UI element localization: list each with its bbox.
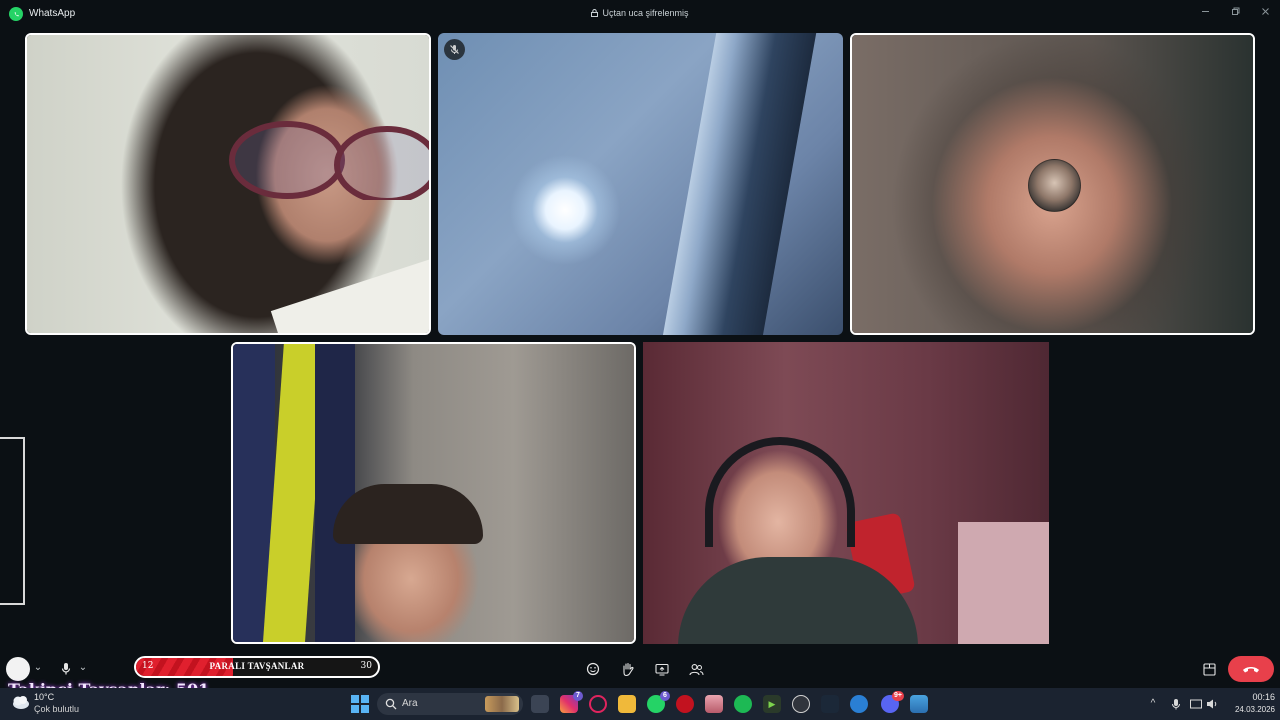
goal-progress-bar: 12 PARALI TAVŞANLAR 30 (134, 656, 380, 678)
video-feed-detail (315, 344, 355, 642)
participant-video-1[interactable] (25, 33, 431, 335)
video-feed-detail (333, 484, 483, 544)
muted-indicator (444, 39, 465, 60)
share-screen-button[interactable] (653, 660, 671, 678)
notification-badge: 7 (573, 691, 583, 701)
taskbar (0, 688, 1280, 720)
tray-overflow-chevron-icon[interactable]: ^ (1146, 697, 1160, 711)
reactions-button[interactable] (584, 660, 602, 678)
participant-video-2[interactable] (438, 33, 843, 335)
close-icon (1261, 7, 1269, 15)
clock-date[interactable]: 24.03.2026 (1223, 705, 1275, 714)
close-button[interactable] (1250, 4, 1280, 18)
restore-icon (1231, 7, 1239, 15)
participant-video-3[interactable] (850, 33, 1255, 335)
windows-logo-icon (351, 695, 359, 703)
mic-off-icon (450, 45, 459, 54)
goal-target: 30 (360, 661, 372, 671)
green-app-icon[interactable]: ▶ (763, 695, 781, 713)
participant-video-4[interactable] (231, 342, 636, 644)
goal-title: PARALI TAVŞANLAR (209, 661, 305, 671)
whatsapp-icon[interactable]: 6 (647, 691, 670, 713)
photos-icon[interactable] (705, 695, 723, 713)
steam-icon[interactable] (821, 695, 839, 713)
obs-icon[interactable] (792, 695, 810, 713)
video-feed-detail (958, 522, 1049, 644)
end-call-button[interactable] (1228, 656, 1274, 682)
microphone-tray-icon[interactable] (1169, 697, 1183, 711)
layout-grid-icon (1202, 662, 1216, 676)
windows-logo-icon (361, 705, 369, 713)
start-button[interactable] (351, 695, 369, 713)
task-view-icon[interactable] (531, 695, 549, 713)
windows-logo-icon (351, 705, 359, 713)
lock-icon (591, 9, 599, 17)
opera-icon[interactable] (589, 695, 607, 713)
file-explorer-icon[interactable] (618, 695, 636, 713)
video-feed-detail (229, 121, 429, 200)
taskbar-search[interactable]: Ara (377, 693, 523, 715)
phone-hangup-icon (1243, 666, 1259, 672)
weather-temperature[interactable]: 10°C (34, 692, 54, 702)
volume-icon[interactable] (1205, 697, 1219, 711)
mic-options-chevron-icon[interactable]: ⌄ (76, 661, 90, 675)
encryption-label: Uçtan uca şifrelenmiş (602, 8, 689, 18)
raise-hand-button[interactable] (619, 660, 637, 678)
participants-button[interactable] (687, 660, 705, 678)
screen-share-icon (655, 663, 669, 675)
camera-toggle-button[interactable] (6, 657, 30, 681)
clock-time[interactable]: 00:16 (1233, 692, 1275, 702)
weather-description[interactable]: Çok bulutlu (34, 704, 79, 714)
microphone-button[interactable] (58, 660, 74, 678)
windows-logo-icon (361, 695, 369, 703)
spotify-icon[interactable] (734, 695, 752, 713)
participant-avatar (1028, 159, 1081, 212)
notification-badge: 9+ (892, 691, 904, 701)
camera-options-chevron-icon[interactable]: ⌄ (31, 661, 45, 675)
image-viewer-icon[interactable] (910, 695, 928, 713)
stream-overlay-frame (0, 437, 25, 605)
layout-button[interactable] (1200, 660, 1218, 678)
minimize-button[interactable] (1190, 4, 1220, 18)
search-icon (385, 698, 397, 710)
emoji-reaction-icon (586, 662, 600, 676)
participant-video-5[interactable] (643, 342, 1049, 644)
encryption-status: Uçtan uca şifrelenmiş (0, 8, 1280, 18)
microphone-icon (61, 663, 71, 675)
instagram-icon[interactable]: 7 (560, 691, 583, 713)
search-highlight-image (485, 696, 519, 712)
participants-icon (688, 663, 703, 675)
maximize-button[interactable] (1220, 4, 1250, 18)
notification-badge: 6 (660, 691, 670, 701)
minimize-icon (1201, 10, 1209, 12)
display-tray-icon[interactable] (1189, 697, 1203, 711)
discord-icon[interactable]: 9+ (881, 691, 904, 713)
cloud-weather-icon[interactable] (10, 693, 30, 711)
network-app-icon[interactable] (850, 695, 868, 713)
red-app-icon[interactable] (676, 695, 694, 713)
whatsapp-call-window: WhatsApp Uçtan uca şifrelenmiş ⌄ ⌄ 12 PA… (0, 0, 1280, 688)
raise-hand-icon (623, 662, 634, 676)
title-bar: WhatsApp Uçtan uca şifrelenmiş (0, 0, 1280, 28)
search-label: Ara (402, 698, 418, 709)
